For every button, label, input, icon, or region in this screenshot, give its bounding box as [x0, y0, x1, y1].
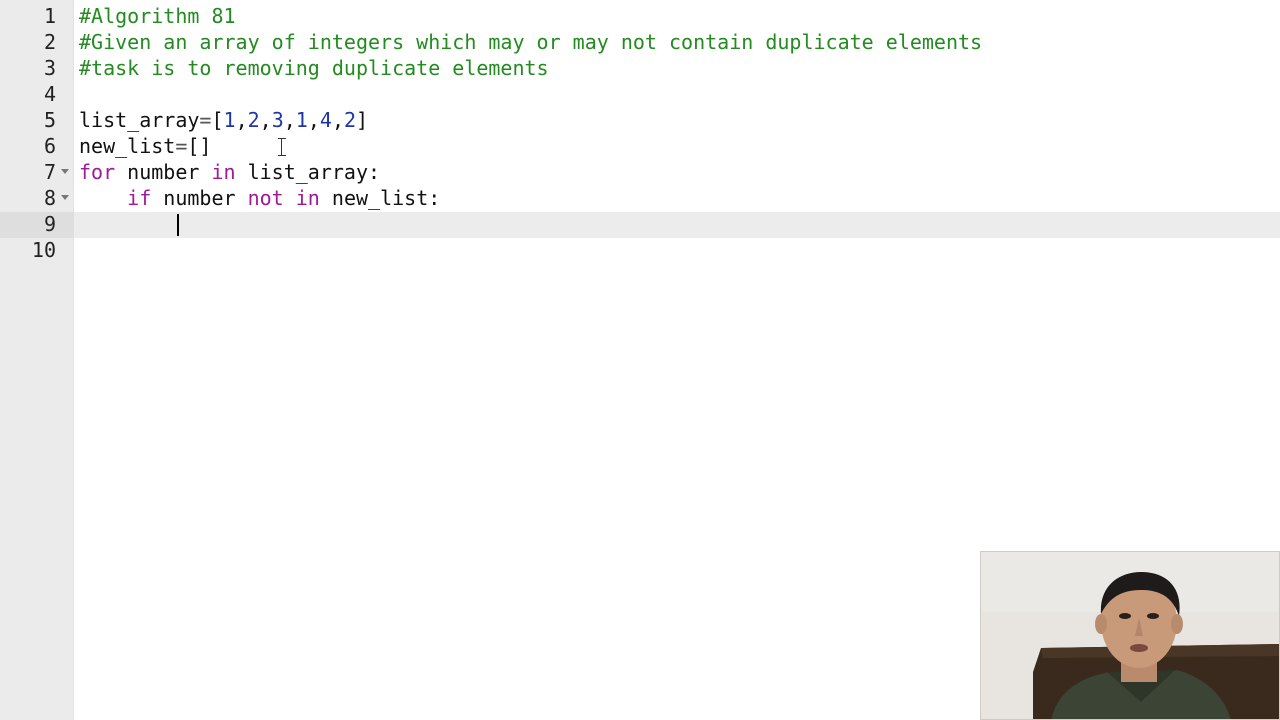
code-editor[interactable]: 1 2 3 4 5 6 7 8 9 10 #Algorithm 81 #Given an array…	[0, 0, 1280, 720]
code-token: number	[151, 186, 248, 210]
code-token: =	[199, 108, 212, 132]
code-token: 3	[271, 108, 284, 132]
code-line[interactable]: #Algorithm 81	[79, 3, 1275, 29]
code-line[interactable]: list_array=[1,2,3,1,4,2]	[79, 107, 1275, 133]
code-line[interactable]: #Given an array of integers which may or…	[79, 29, 1275, 55]
code-token: new_list	[79, 134, 176, 158]
code-token: new_list:	[319, 186, 441, 210]
code-line[interactable]	[79, 81, 1275, 107]
code-token: list_array	[79, 108, 200, 132]
code-token: in	[211, 160, 236, 184]
code-token: in	[295, 186, 320, 210]
code-token: number	[115, 160, 212, 184]
code-token: =	[175, 134, 188, 158]
line-number: 4	[43, 82, 56, 106]
gutter-line: 4	[0, 81, 74, 107]
code-token: for	[79, 160, 116, 184]
line-number: 3	[43, 56, 56, 80]
code-line[interactable]	[79, 211, 1275, 237]
line-number: 7	[43, 160, 56, 184]
line-number: 9	[43, 212, 56, 236]
presenter-webcam-icon	[981, 552, 1279, 719]
code-token: ,	[331, 108, 344, 132]
code-token: 1	[223, 108, 236, 132]
line-number: 2	[43, 30, 56, 54]
code-token: #Given an array of integers which may or…	[79, 30, 983, 54]
code-token: if	[127, 186, 152, 210]
code-token: 1	[295, 108, 308, 132]
code-token: #task is to removing duplicate elements	[79, 56, 549, 80]
gutter-line: 5	[0, 107, 74, 133]
code-token: list_array:	[235, 160, 381, 184]
gutter-line: 2	[0, 29, 74, 55]
gutter-line: 6	[0, 133, 74, 159]
code-token: 2	[343, 108, 357, 132]
code-token: ]	[356, 108, 369, 132]
line-number: 8	[43, 186, 56, 210]
code-line[interactable]	[79, 237, 1275, 263]
line-number: 1	[43, 4, 56, 28]
line-number-gutter: 1 2 3 4 5 6 7 8 9 10	[0, 0, 74, 720]
line-number: 5	[43, 108, 56, 132]
code-token: []	[187, 134, 212, 158]
code-token: ,	[307, 108, 320, 132]
code-token: 2	[247, 108, 260, 132]
code-token: 4	[319, 108, 332, 132]
line-number: 10	[31, 238, 56, 262]
code-token: not	[247, 186, 284, 210]
gutter-line: 1	[0, 3, 74, 29]
gutter-line: 10	[0, 237, 74, 263]
code-line[interactable]: for number in list_array:	[79, 159, 1275, 185]
code-line[interactable]: if number not in new_list:	[79, 185, 1275, 211]
text-cursor	[177, 214, 179, 236]
gutter-line: 7	[0, 159, 74, 185]
code-token: ,	[283, 108, 296, 132]
line-number: 6	[43, 134, 56, 158]
mouse-ibeam-cursor-icon	[278, 138, 286, 156]
code-token: #Algorithm 81	[79, 4, 236, 28]
code-token: [	[211, 108, 224, 132]
code-line[interactable]: #task is to removing duplicate elements	[79, 55, 1275, 81]
fold-toggle-icon[interactable]	[61, 195, 69, 200]
gutter-line: 9	[0, 211, 74, 237]
code-token: ,	[259, 108, 272, 132]
fold-toggle-icon[interactable]	[61, 169, 69, 174]
gutter-line: 3	[0, 55, 74, 81]
code-token: ,	[235, 108, 248, 132]
presenter-webcam-overlay	[980, 551, 1280, 720]
code-line[interactable]: new_list=[]	[79, 133, 1275, 159]
gutter-line: 8	[0, 185, 74, 211]
